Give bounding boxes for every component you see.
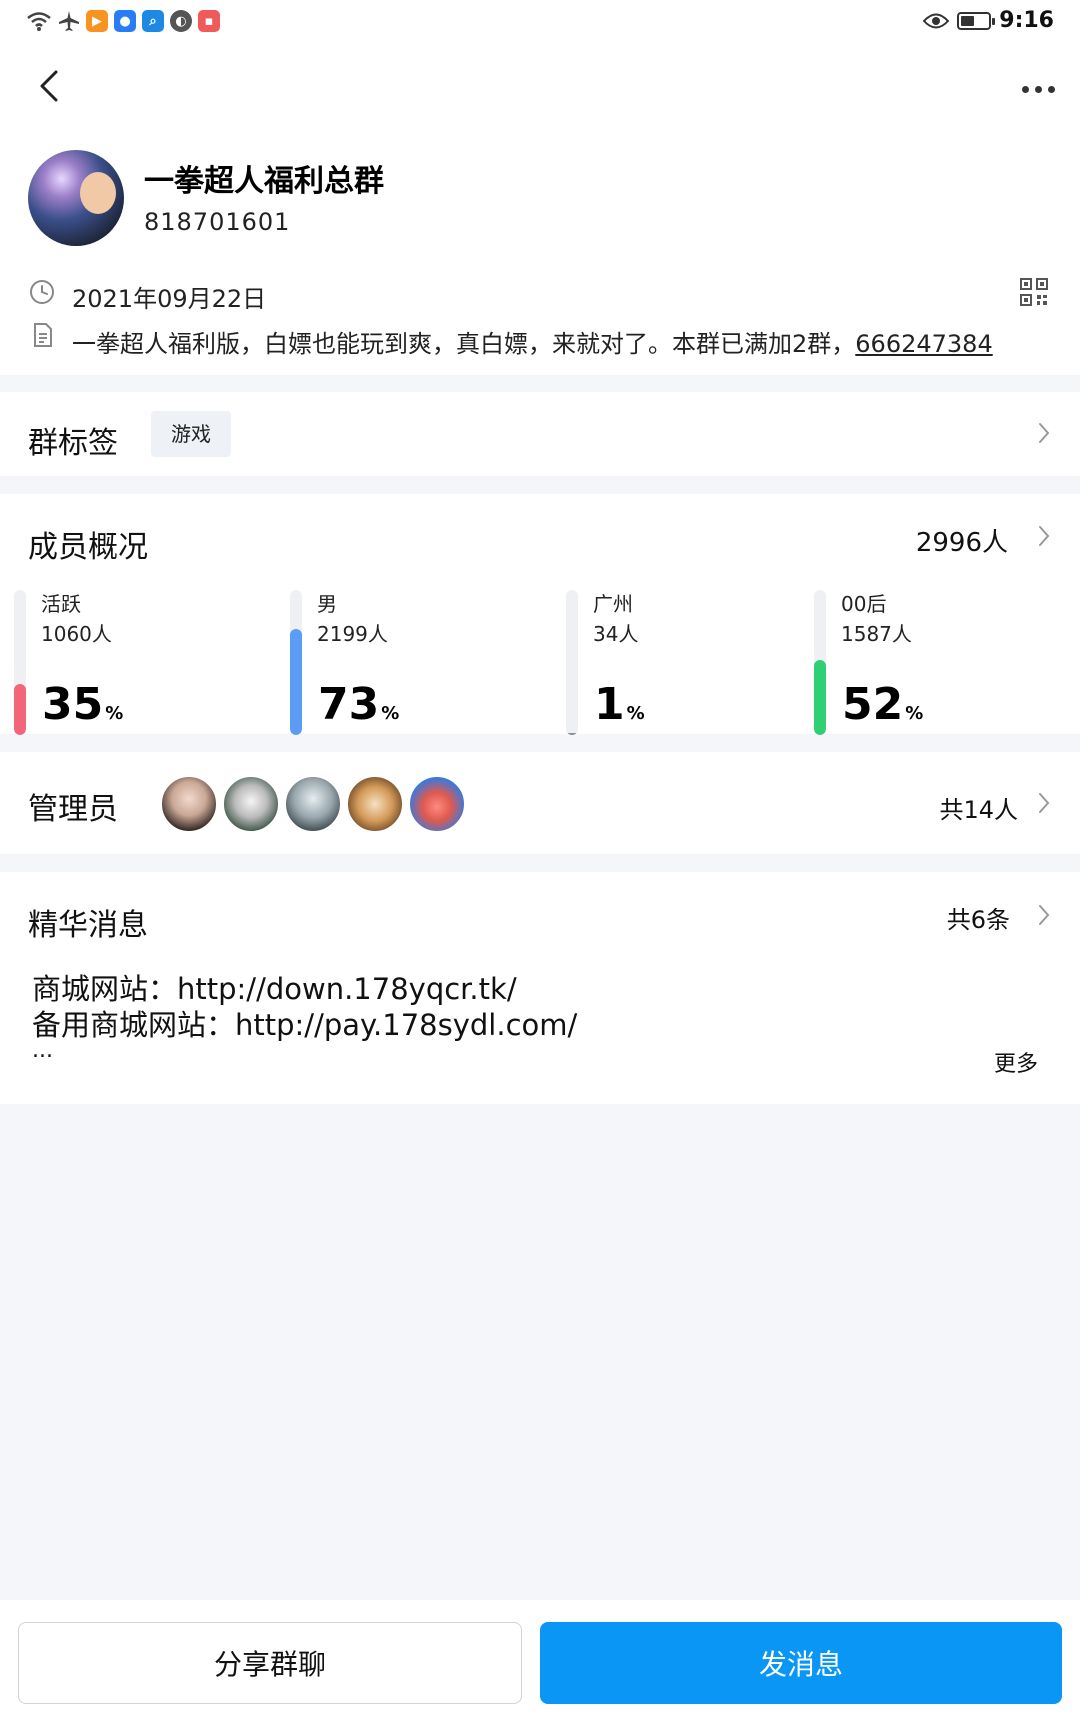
created-date: 2021年09月22日 bbox=[72, 285, 267, 313]
stat-percent: 73% bbox=[318, 679, 400, 730]
group-description: 一拳超人福利版，白嫖也能玩到爽，真白嫖，来就对了。本群已满加2群，6662473… bbox=[72, 324, 993, 359]
share-group-button[interactable]: 分享群聊 bbox=[18, 1622, 522, 1704]
chevron-right-icon bbox=[1039, 423, 1050, 443]
admin-avatars bbox=[160, 775, 466, 833]
essence-line: 备用商城网站：http://pay.178sydl.com/ bbox=[32, 1008, 578, 1042]
stat-fill bbox=[566, 732, 578, 735]
essence-title: 精华消息 bbox=[28, 908, 148, 943]
avatar[interactable] bbox=[284, 775, 342, 833]
members-total: 2996人 bbox=[915, 528, 1008, 558]
status-bar: ▶ ● ⌕ ◐ ▪ 9:16 bbox=[0, 0, 1080, 48]
app-icon-orange: ▶ bbox=[86, 10, 108, 32]
stat-bar bbox=[814, 590, 826, 735]
avatar[interactable] bbox=[222, 775, 280, 833]
essence-more-link[interactable]: 更多 bbox=[994, 1046, 1038, 1078]
stat-label: 活跃 bbox=[41, 592, 81, 616]
eye-icon bbox=[923, 13, 950, 28]
status-time: 9:16 bbox=[999, 8, 1054, 33]
stat-fill bbox=[290, 629, 302, 735]
more-options-icon[interactable] bbox=[1016, 74, 1060, 104]
chevron-right-icon bbox=[1039, 526, 1050, 546]
tag-chip-game: 游戏 bbox=[151, 411, 231, 457]
stat-label: 男 bbox=[317, 592, 337, 616]
app-icon-blue: ● bbox=[114, 10, 136, 32]
group-tags-title: 群标签 bbox=[28, 426, 118, 461]
avatar[interactable] bbox=[408, 775, 466, 833]
essence-ellipsis: ... bbox=[32, 1038, 53, 1063]
stat-bar bbox=[290, 590, 302, 735]
app-icon-gray: ◐ bbox=[170, 10, 192, 32]
app-icon-red: ▪ bbox=[198, 10, 220, 32]
clock-icon bbox=[30, 280, 54, 304]
status-right: 9:16 bbox=[923, 8, 1054, 33]
stat-percent: 52% bbox=[842, 679, 924, 730]
stat-count: 1587人 bbox=[841, 622, 912, 646]
avatar[interactable] bbox=[346, 775, 404, 833]
stat-fill bbox=[14, 684, 26, 735]
app-icon-search: ⌕ bbox=[142, 10, 164, 32]
stat-percent: 1% bbox=[594, 679, 645, 730]
wifi-icon bbox=[27, 12, 51, 31]
chevron-right-icon bbox=[1039, 793, 1050, 813]
stat-label: 广州 bbox=[593, 592, 633, 616]
stat-bar bbox=[566, 590, 578, 735]
chevron-right-icon bbox=[1039, 905, 1050, 925]
airplane-icon bbox=[59, 11, 79, 31]
group-id: 818701601 bbox=[144, 208, 291, 236]
qr-code-icon[interactable] bbox=[1020, 278, 1048, 306]
group-name: 一拳超人福利总群 bbox=[144, 164, 384, 199]
group-avatar[interactable] bbox=[28, 150, 124, 246]
stat-count: 34人 bbox=[593, 622, 639, 646]
stat-active: 活跃 1060人 35% bbox=[14, 580, 254, 735]
battery-level bbox=[961, 15, 975, 26]
stat-percent: 35% bbox=[42, 679, 124, 730]
essence-count: 共6条 bbox=[946, 906, 1010, 934]
description-link[interactable]: 666247384 bbox=[855, 330, 992, 358]
document-icon bbox=[34, 323, 52, 347]
stat-male: 男 2199人 73% bbox=[290, 580, 530, 735]
battery-icon bbox=[957, 11, 996, 30]
stat-bar bbox=[14, 590, 26, 735]
stat-count: 2199人 bbox=[317, 622, 388, 646]
avatar[interactable] bbox=[160, 775, 218, 833]
status-left-icons: ▶ ● ⌕ ◐ ▪ bbox=[26, 10, 220, 32]
members-title: 成员概况 bbox=[28, 530, 148, 565]
description-text: 一拳超人福利版，白嫖也能玩到爽，真白嫖，来就对了。本群已满加2群， bbox=[72, 330, 856, 358]
admins-count: 共14人 bbox=[939, 796, 1018, 824]
send-message-button[interactable]: 发消息 bbox=[540, 1622, 1062, 1704]
back-arrow-icon[interactable] bbox=[30, 64, 74, 108]
stat-count: 1060人 bbox=[41, 622, 112, 646]
admins-title: 管理员 bbox=[28, 792, 118, 827]
stat-label: 00后 bbox=[841, 592, 887, 616]
stat-location: 广州 34人 1% bbox=[566, 580, 806, 735]
stat-fill bbox=[814, 659, 826, 735]
stat-age: 00后 1587人 52% bbox=[814, 580, 1054, 735]
